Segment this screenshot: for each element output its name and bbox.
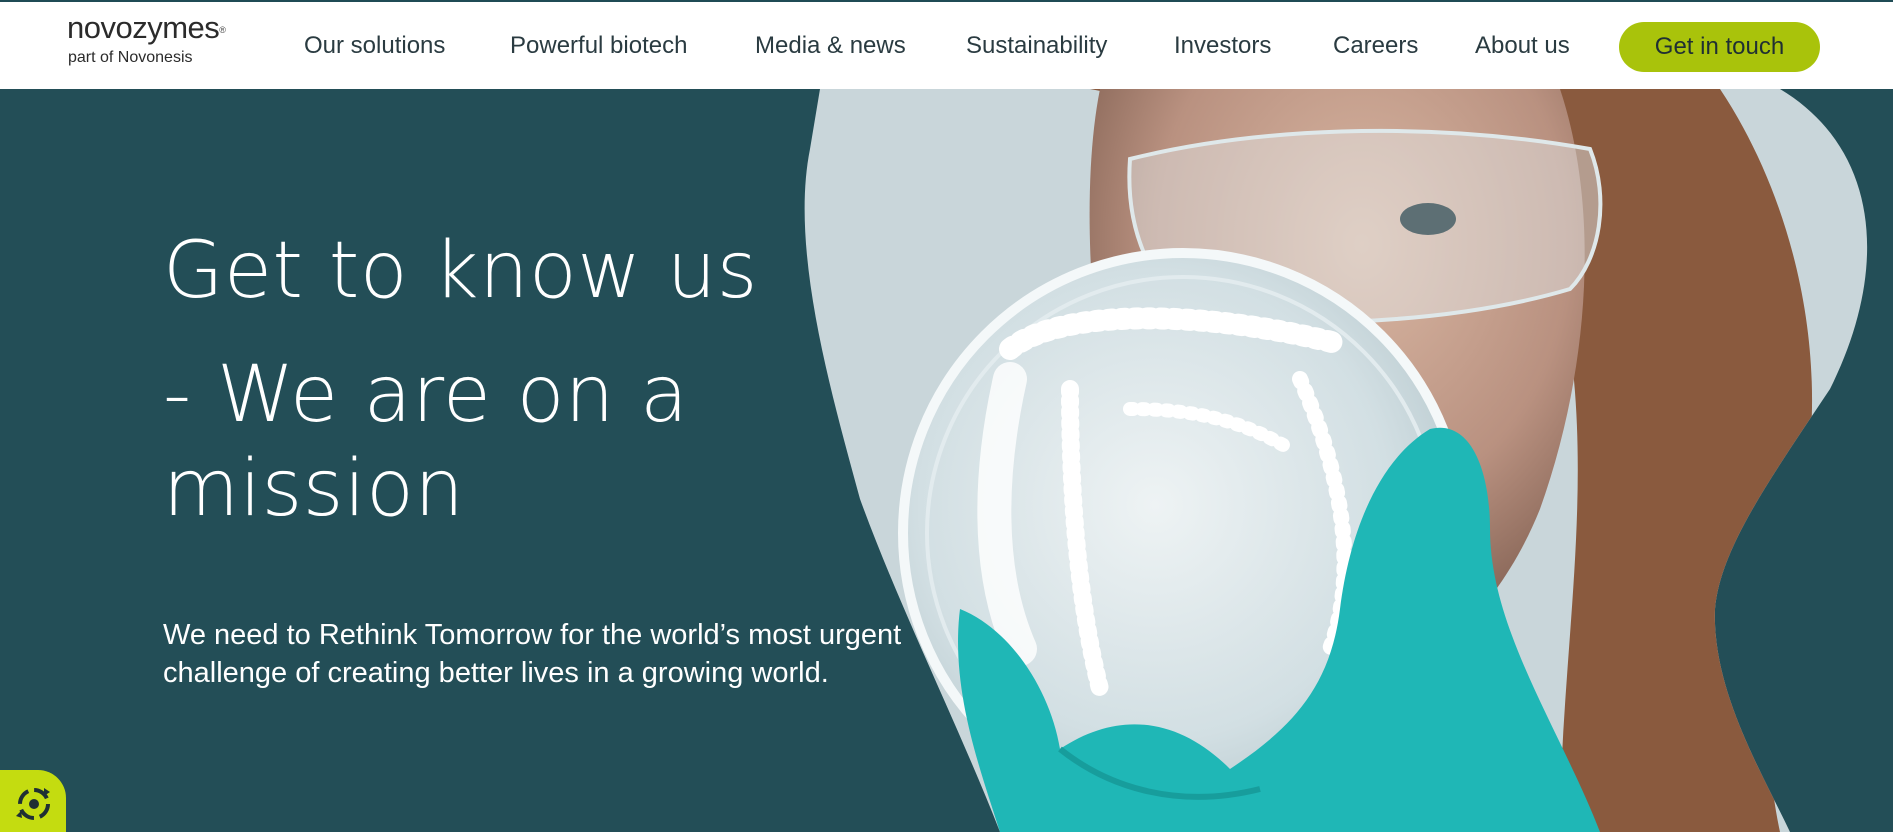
nav-careers[interactable]: Careers bbox=[1333, 32, 1418, 60]
site-header: novozymes® part of Novonesis Our solutio… bbox=[0, 0, 1893, 89]
nav-media-news[interactable]: Media & news bbox=[755, 32, 906, 60]
hero-heading-line-3: mission bbox=[163, 444, 465, 534]
nav-our-solutions[interactable]: Our solutions bbox=[304, 32, 445, 60]
nav-about-us[interactable]: About us bbox=[1475, 32, 1570, 60]
nav-sustainability[interactable]: Sustainability bbox=[966, 32, 1107, 60]
accessibility-recycle-icon bbox=[16, 788, 50, 820]
hero-description: We need to Rethink Tomorrow for the worl… bbox=[163, 619, 902, 689]
hero-section: Get to know us - We are on a mission We … bbox=[0, 89, 1893, 832]
hero-heading-line-1: Get to know us bbox=[163, 226, 758, 316]
hero-heading-line-2: - We are on a bbox=[163, 350, 689, 440]
nav-powerful-biotech[interactable]: Powerful biotech bbox=[510, 32, 687, 60]
main-nav: Our solutions Powerful biotech Media & n… bbox=[0, 2, 1893, 91]
get-in-touch-button[interactable]: Get in touch bbox=[1619, 22, 1820, 72]
nav-investors[interactable]: Investors bbox=[1174, 32, 1271, 60]
accessibility-widget-button[interactable] bbox=[0, 770, 66, 832]
